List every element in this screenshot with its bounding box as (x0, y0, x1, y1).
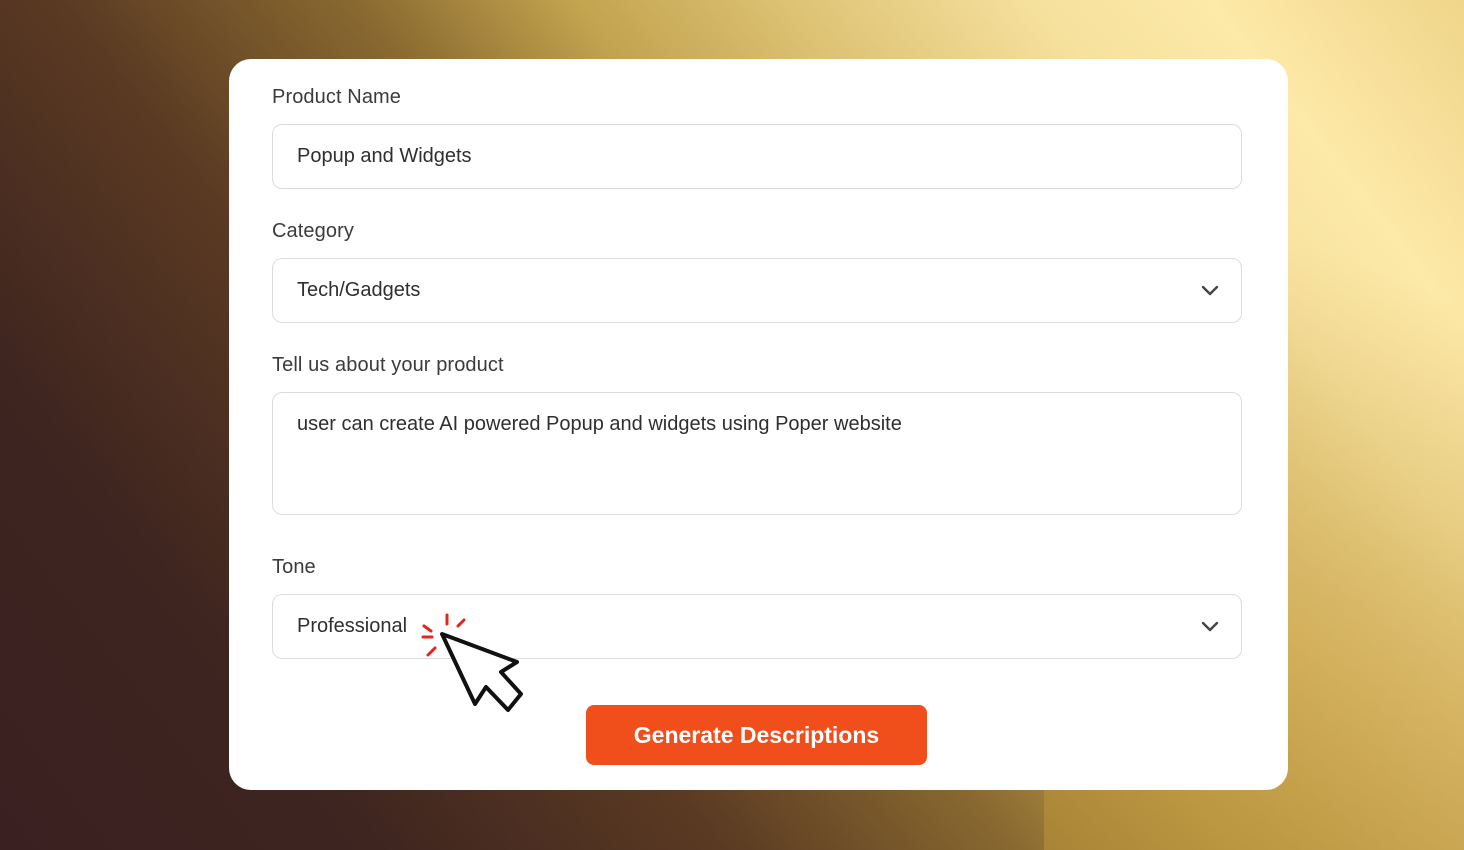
tone-label: Tone (272, 556, 316, 578)
chevron-down-icon (1201, 285, 1219, 295)
product-name-label: Product Name (272, 86, 402, 108)
product-description-form: Product Name Popup and Widgets Category … (229, 59, 1288, 790)
about-product-value: user can create AI powered Popup and wid… (297, 413, 902, 435)
category-label: Category (272, 220, 354, 242)
about-product-textarea[interactable]: user can create AI powered Popup and wid… (272, 392, 1242, 515)
pointer-cursor-icon (421, 613, 523, 712)
tone-value: Professional (297, 615, 408, 637)
category-select[interactable]: Tech/Gadgets (272, 258, 1242, 323)
chevron-down-icon (1201, 621, 1219, 631)
generate-descriptions-button[interactable]: Generate Descriptions (586, 705, 927, 765)
product-name-value: Popup and Widgets (297, 145, 472, 167)
product-name-input[interactable]: Popup and Widgets (272, 124, 1242, 189)
category-value: Tech/Gadgets (297, 279, 421, 301)
about-product-label: Tell us about your product (272, 354, 504, 376)
